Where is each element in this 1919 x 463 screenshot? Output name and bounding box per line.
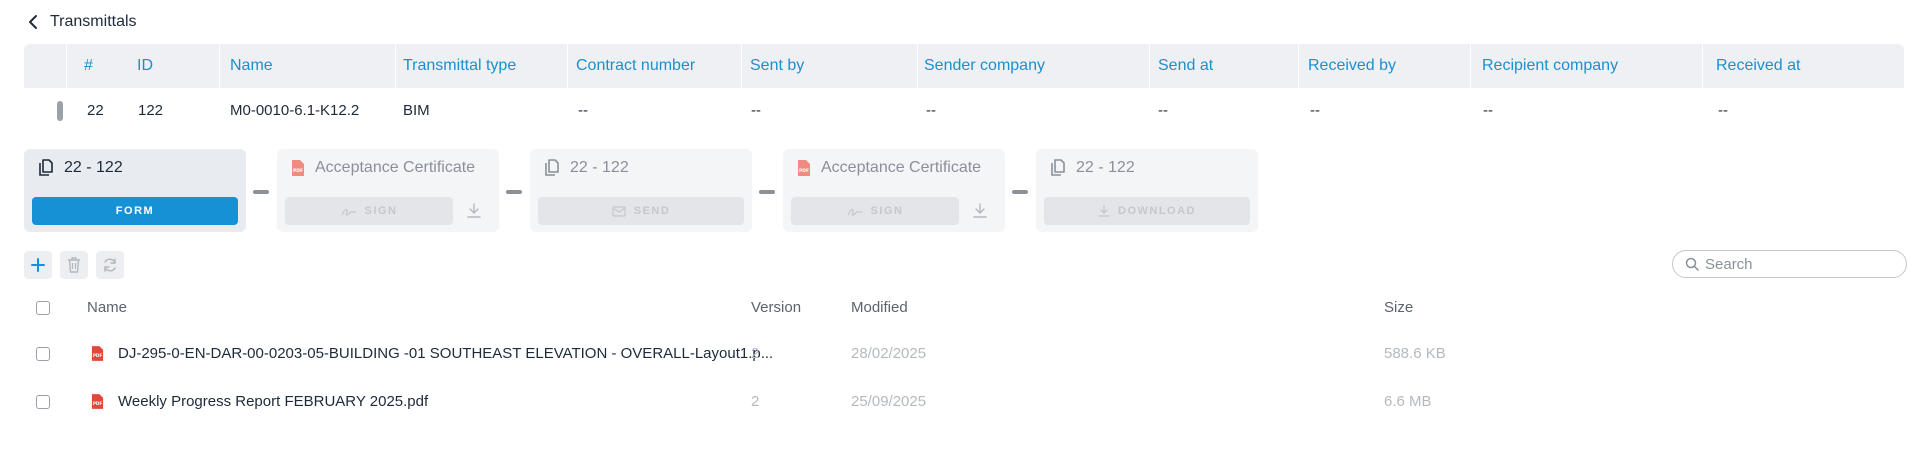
- workflow-step-download: 22 - 122 DOWNLOAD: [1036, 149, 1258, 232]
- pdf-icon: PDF: [292, 160, 304, 176]
- cell-sent-by: --: [751, 102, 761, 119]
- step-connector: [506, 190, 522, 194]
- download-icon: [1098, 205, 1110, 217]
- cell-received-by: --: [1310, 102, 1320, 119]
- step-title: Acceptance Certificate: [315, 159, 476, 176]
- row-checkbox[interactable]: [36, 347, 50, 361]
- step-title: 22 - 122: [570, 159, 629, 176]
- download-icon[interactable]: [969, 199, 991, 223]
- files-col-header-name[interactable]: Name: [87, 296, 127, 320]
- workflow-step-send: 22 - 122 SEND: [530, 149, 752, 232]
- svg-text:PDF: PDF: [293, 168, 303, 174]
- col-header-contract-number[interactable]: Contract number: [564, 44, 695, 88]
- col-header-received-at[interactable]: Received at: [1704, 44, 1801, 88]
- delete-button[interactable]: [60, 251, 88, 279]
- download-button[interactable]: DOWNLOAD: [1044, 197, 1250, 225]
- cell-number: 22: [87, 102, 104, 119]
- cell-recipient-company: --: [1483, 102, 1493, 119]
- step-connector: [759, 190, 775, 194]
- cell-contract-number: --: [578, 102, 588, 119]
- col-header-sent-by[interactable]: Sent by: [738, 44, 804, 88]
- search-input[interactable]: [1705, 255, 1895, 273]
- col-header-recipient-company[interactable]: Recipient company: [1470, 44, 1618, 88]
- cell-send-at: --: [1158, 102, 1168, 119]
- signature-icon: [340, 208, 356, 216]
- step-title: 22 - 122: [64, 159, 123, 176]
- files-col-header-version[interactable]: Version: [751, 296, 801, 320]
- col-header-send-at[interactable]: Send at: [1146, 44, 1213, 88]
- form-button[interactable]: FORM: [32, 197, 238, 225]
- cell-id: 122: [138, 102, 164, 119]
- svg-text:PDF: PDF: [93, 353, 102, 358]
- file-modified: 28/02/2025: [851, 345, 927, 362]
- step-connector: [253, 190, 269, 194]
- cell-sender-company: --: [926, 102, 936, 119]
- add-button[interactable]: [24, 251, 52, 279]
- pdf-icon: PDF: [91, 346, 104, 361]
- chevron-left-icon: [29, 15, 37, 29]
- workflow-step-acceptance-sign-2: PDF Acceptance Certificate SIGN: [783, 149, 1005, 232]
- select-all-checkbox[interactable]: [36, 301, 50, 315]
- document-icon: [545, 159, 559, 176]
- cell-name: M0-0010-6.1-K12.2: [230, 102, 360, 119]
- step-title: 22 - 122: [1076, 159, 1135, 176]
- row-drag-handle[interactable]: [57, 101, 63, 121]
- files-col-header-modified[interactable]: Modified: [851, 296, 908, 320]
- cell-received-at: --: [1718, 102, 1728, 119]
- file-name[interactable]: DJ-295-0-EN-DAR-00-0203-05-BUILDING -01 …: [118, 342, 773, 366]
- sign-button[interactable]: SIGN: [285, 197, 453, 225]
- file-name[interactable]: Weekly Progress Report FEBRUARY 2025.pdf: [118, 390, 428, 414]
- col-header-id[interactable]: ID: [125, 44, 153, 88]
- file-size: 588.6 KB: [1384, 345, 1446, 362]
- document-icon: [39, 159, 53, 176]
- transmittal-row[interactable]: 22 122 M0-0010-6.1-K12.2 BIM -- -- -- --…: [24, 88, 1904, 134]
- file-version: 2: [751, 393, 760, 410]
- svg-text:PDF: PDF: [799, 168, 809, 174]
- step-title: Acceptance Certificate: [821, 159, 982, 176]
- refresh-button[interactable]: [96, 251, 124, 279]
- pdf-icon: PDF: [798, 160, 810, 176]
- plus-icon: [31, 258, 45, 272]
- envelope-icon: [612, 205, 626, 217]
- back-link[interactable]: Transmittals: [28, 10, 137, 34]
- files-col-header-size[interactable]: Size: [1384, 296, 1413, 320]
- file-size: 6.6 MB: [1384, 393, 1432, 410]
- back-label: Transmittals: [50, 13, 137, 30]
- step-connector: [1012, 190, 1028, 194]
- workflow-step-form[interactable]: 22 - 122 FORM: [24, 149, 246, 232]
- download-icon[interactable]: [463, 199, 485, 223]
- send-button[interactable]: SEND: [538, 197, 744, 225]
- search-box[interactable]: [1672, 250, 1907, 278]
- refresh-icon: [104, 258, 116, 272]
- col-header-name[interactable]: Name: [218, 44, 273, 88]
- search-icon: [1685, 257, 1699, 271]
- col-header-received-by[interactable]: Received by: [1296, 44, 1396, 88]
- svg-text:PDF: PDF: [93, 401, 102, 406]
- row-checkbox[interactable]: [36, 395, 50, 409]
- workflow-step-acceptance-sign: PDF Acceptance Certificate SIGN: [277, 149, 499, 232]
- col-header-sender-company[interactable]: Sender company: [912, 44, 1045, 88]
- col-header-number[interactable]: #: [72, 44, 93, 88]
- cell-transmittal-type: BIM: [403, 102, 430, 119]
- signature-icon: [846, 208, 862, 216]
- col-header-transmittal-type[interactable]: Transmittal type: [391, 44, 516, 88]
- sign-button[interactable]: SIGN: [791, 197, 959, 225]
- file-modified: 25/09/2025: [851, 393, 927, 410]
- document-icon: [1051, 159, 1065, 176]
- file-version: 2: [751, 345, 760, 362]
- pdf-icon: PDF: [91, 394, 104, 409]
- transmittals-table-header: # ID Name Transmittal type Contract numb…: [24, 44, 1904, 88]
- trash-icon: [68, 257, 80, 273]
